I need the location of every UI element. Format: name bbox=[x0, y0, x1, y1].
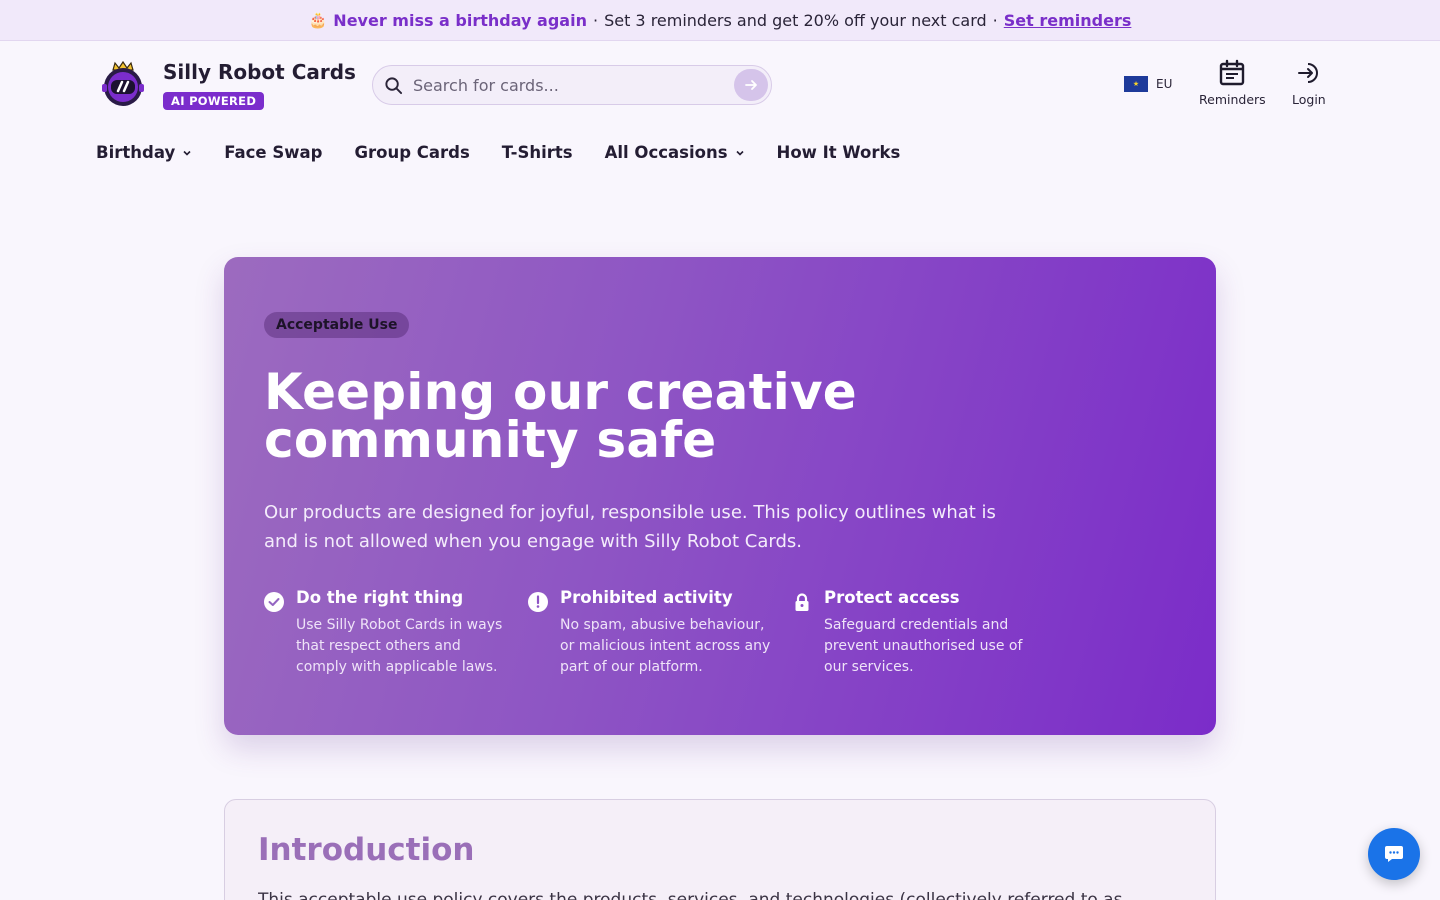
search-icon bbox=[385, 77, 403, 95]
promo-highlight: Never miss a birthday again bbox=[333, 10, 587, 30]
search-input[interactable] bbox=[413, 66, 723, 104]
main-nav: Birthday Face Swap Group Cards T-Shirts … bbox=[96, 143, 932, 162]
feature-title: Do the right thing bbox=[296, 588, 464, 607]
nav-item-label: Group Cards bbox=[354, 143, 470, 162]
nav-item-label: All Occasions bbox=[604, 143, 728, 162]
promo-separator: · bbox=[992, 10, 998, 30]
nav-item-label: How It Works bbox=[776, 143, 901, 162]
chevron-down-icon bbox=[183, 150, 191, 156]
introduction-section: Introduction This acceptable use policy … bbox=[224, 799, 1216, 900]
feature-text: Safeguard credentials and prevent unauth… bbox=[824, 617, 1023, 675]
cake-icon: 🎂 bbox=[308, 11, 328, 29]
nav-item-label: Birthday bbox=[96, 143, 176, 162]
page-title: Keeping our creative community safe bbox=[264, 367, 964, 465]
nav-item-all-occasions[interactable]: All Occasions bbox=[605, 143, 745, 162]
hero-banner: Acceptable Use Keeping our creative comm… bbox=[224, 257, 1216, 735]
login-label: Login bbox=[1292, 92, 1326, 107]
chat-button[interactable] bbox=[1368, 828, 1420, 880]
calendar-icon bbox=[1220, 59, 1245, 86]
check-circle-icon bbox=[264, 592, 284, 612]
brand-name[interactable]: Silly Robot Cards bbox=[163, 60, 356, 84]
nav-item-t-shirts[interactable]: T-Shirts bbox=[502, 143, 573, 162]
feature-title: Protect access bbox=[824, 588, 960, 607]
region-label: EU bbox=[1156, 77, 1173, 91]
chat-bubble-icon bbox=[1385, 846, 1403, 862]
robot-logo-icon[interactable] bbox=[100, 60, 146, 108]
nav-item-group-cards[interactable]: Group Cards bbox=[354, 143, 469, 162]
hero-description: Our products are designed for joyful, re… bbox=[264, 502, 996, 552]
login-icon bbox=[1297, 63, 1318, 83]
feature-title: Prohibited activity bbox=[560, 588, 733, 607]
promo-banner: 🎂 Never miss a birthday again · Set 3 re… bbox=[0, 0, 1440, 41]
title-line-2: community safe bbox=[264, 411, 717, 469]
promo-text: Set 3 reminders and get 20% off your nex… bbox=[604, 10, 987, 30]
alert-circle-icon bbox=[528, 592, 548, 612]
eu-flag-icon: ★ bbox=[1124, 76, 1148, 92]
reminders-button[interactable]: Reminders bbox=[1199, 59, 1266, 107]
promo-separator: · bbox=[592, 10, 599, 30]
introduction-heading: Introduction bbox=[258, 832, 475, 868]
ai-powered-badge: AI POWERED bbox=[163, 92, 265, 110]
nav-item-face-swap[interactable]: Face Swap bbox=[224, 143, 322, 162]
search-bar bbox=[372, 65, 772, 105]
login-button[interactable]: Login bbox=[1292, 59, 1326, 107]
chevron-down-icon bbox=[735, 150, 744, 156]
reminders-label: Reminders bbox=[1199, 92, 1266, 107]
region-selector[interactable]: ★ EU bbox=[1124, 76, 1172, 92]
introduction-text: This acceptable use policy covers the pr… bbox=[258, 890, 1123, 900]
nav-item-label: T-Shirts bbox=[501, 143, 573, 162]
nav-item-how-it-works[interactable]: How It Works bbox=[777, 143, 901, 162]
search-submit-button[interactable] bbox=[734, 69, 768, 101]
nav-item-label: Face Swap bbox=[224, 143, 323, 162]
hero-tag: Acceptable Use bbox=[264, 312, 410, 338]
site-header: Silly Robot Cards AI POWERED ★ EU Remind… bbox=[0, 41, 1440, 133]
nav-item-birthday[interactable]: Birthday bbox=[96, 143, 192, 162]
set-reminders-link[interactable]: Set reminders bbox=[1004, 11, 1132, 30]
feature-text: Use Silly Robot Cards in ways that respe… bbox=[296, 617, 503, 675]
lock-icon bbox=[795, 593, 809, 611]
arrow-right-icon bbox=[745, 80, 757, 90]
feature-text: No spam, abusive behaviour, or malicious… bbox=[560, 617, 771, 675]
